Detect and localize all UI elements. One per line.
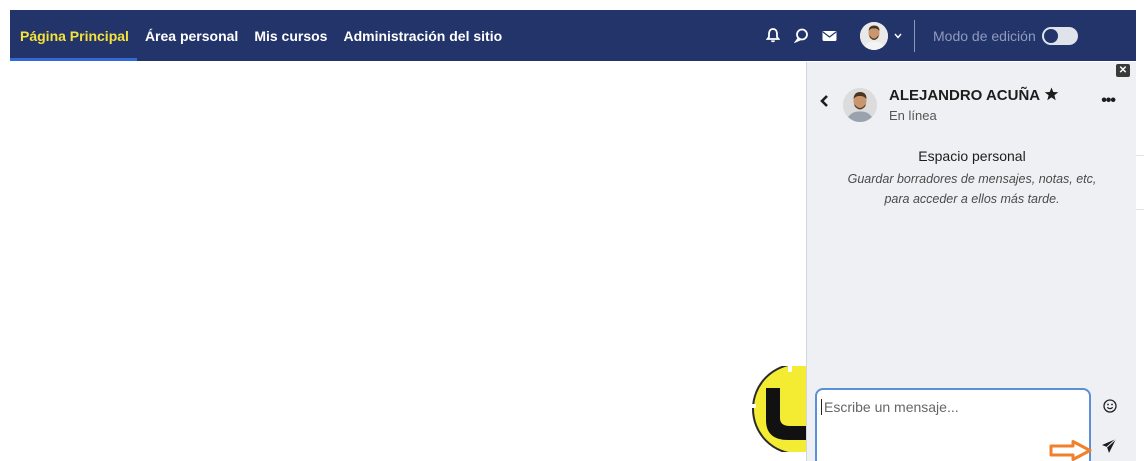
message-drawer: ✕ ALEJANDRO ACUÑA En línea ••• Espacio p… xyxy=(806,62,1136,461)
nav-link-my-courses[interactable]: Mis cursos xyxy=(246,10,335,61)
envelope-icon[interactable] xyxy=(818,25,840,47)
edit-mode-label: Modo de edición xyxy=(933,27,1036,44)
close-icon[interactable]: ✕ xyxy=(1116,64,1130,77)
nav-link-dashboard[interactable]: Área personal xyxy=(137,10,246,61)
nav-link-site-admin[interactable]: Administración del sitio xyxy=(335,10,510,61)
user-menu[interactable] xyxy=(860,21,902,50)
more-icon[interactable]: ••• xyxy=(1101,92,1116,110)
contact-name: ALEJANDRO ACUÑA xyxy=(889,87,1059,104)
back-chevron-icon[interactable] xyxy=(819,94,829,113)
pointer-arrow-icon xyxy=(1049,440,1092,461)
page: Página Principal Área personal Mis curso… xyxy=(0,0,1144,461)
star-icon[interactable] xyxy=(1044,87,1059,101)
edit-mode-toggle[interactable] xyxy=(1041,26,1078,45)
emoji-icon[interactable] xyxy=(1103,399,1117,418)
navbar-divider xyxy=(914,19,915,52)
toggle-knob xyxy=(1043,28,1058,43)
personal-space-description: Guardar borradores de mensajes, notas, e… xyxy=(847,172,1097,206)
university-logo xyxy=(750,366,806,452)
send-icon[interactable] xyxy=(1101,438,1117,459)
navbar-actions: Modo de edición xyxy=(762,10,1078,61)
nav-link-home[interactable]: Página Principal xyxy=(10,10,137,61)
personal-space-title: Espacio personal xyxy=(918,148,1026,164)
primary-navigation: Página Principal Área personal Mis curso… xyxy=(10,10,510,61)
user-avatar xyxy=(860,21,888,50)
contact-name-text: ALEJANDRO ACUÑA xyxy=(889,87,1041,104)
chevron-down-icon xyxy=(894,33,902,39)
message-input[interactable] xyxy=(821,399,1085,415)
chat-bubble-icon[interactable] xyxy=(790,25,812,47)
top-navbar: Página Principal Área personal Mis curso… xyxy=(10,10,1136,61)
contact-avatar xyxy=(843,88,877,122)
bell-icon[interactable] xyxy=(762,25,784,47)
conversation-header: ALEJANDRO ACUÑA En línea ••• xyxy=(807,84,1137,128)
contact-status: En línea xyxy=(889,108,937,123)
